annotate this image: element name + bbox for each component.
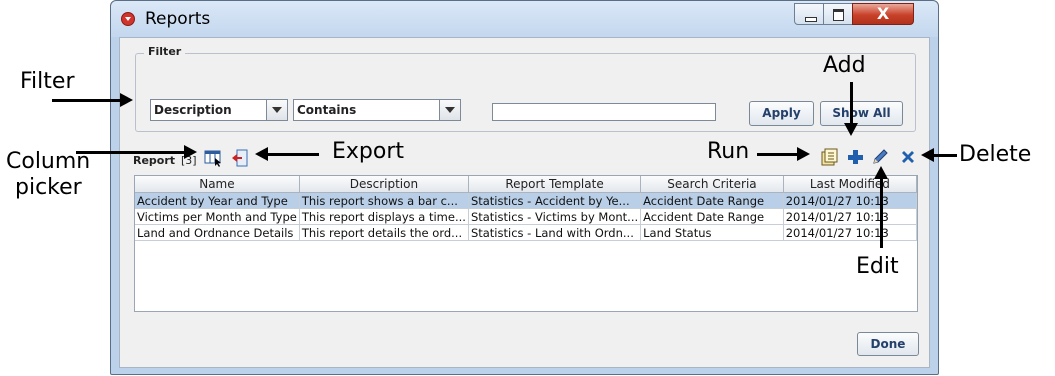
arrow-down-icon	[844, 123, 858, 136]
title-bar[interactable]: Reports X	[111, 1, 938, 37]
table-cell: Statistics - Accident by Ye...	[468, 192, 642, 209]
annotation-add: Add	[823, 53, 866, 78]
window-title: Reports	[145, 9, 211, 29]
table-cell: Accident Date Range	[640, 192, 784, 209]
report-label: Report	[133, 154, 176, 167]
dialog-content: Filter Description Contains Apply Show A…	[119, 37, 930, 368]
export-icon[interactable]	[231, 149, 249, 167]
table-row[interactable]: Land and Ordnance Details This report de…	[135, 224, 918, 241]
table-cell: Land and Ordnance Details	[135, 224, 300, 241]
filter-column-select[interactable]: Description	[150, 99, 288, 121]
annotation-arrow	[267, 153, 319, 156]
column-picker-icon[interactable]	[204, 149, 222, 167]
column-header-description[interactable]: Description	[299, 176, 469, 193]
filter-column-value: Description	[154, 103, 232, 117]
maximize-button[interactable]	[823, 3, 853, 25]
close-icon: X	[876, 4, 890, 23]
filter-legend: Filter	[144, 45, 186, 58]
table-row[interactable]: Victims per Month and Type This report d…	[135, 208, 918, 225]
filter-operator-value: Contains	[297, 103, 357, 117]
table-cell: This report displays a time...	[299, 208, 469, 225]
table-cell: 2014/01/27 10:13	[783, 208, 918, 225]
table-cell: Accident Date Range	[640, 208, 784, 225]
table-cell: Statistics - Land with Ordn...	[468, 224, 642, 241]
annotation-run: Run	[707, 139, 750, 164]
done-button[interactable]: Done	[857, 332, 919, 356]
arrow-right-icon	[184, 145, 197, 159]
add-icon[interactable]	[846, 148, 864, 166]
reports-window: Reports X Filter Description Contains Ap…	[110, 0, 939, 375]
annotation-edit: Edit	[856, 254, 899, 279]
table-cell: This report details the ord...	[299, 224, 469, 241]
apply-button[interactable]: Apply	[749, 101, 814, 126]
edit-icon[interactable]	[871, 148, 889, 166]
arrow-right-icon	[797, 147, 810, 161]
column-header-report-template[interactable]: Report Template	[468, 176, 642, 193]
filter-group: Filter Description Contains Apply Show A…	[135, 45, 916, 132]
table-cell: This report shows a bar c...	[299, 192, 469, 209]
column-header-search-criteria[interactable]: Search Criteria	[640, 176, 784, 193]
chevron-down-icon[interactable]	[439, 100, 460, 120]
annotation-arrow	[933, 154, 957, 157]
annotation-arrow	[850, 82, 853, 124]
chevron-down-icon[interactable]	[266, 100, 287, 120]
run-icon[interactable]	[820, 148, 838, 166]
app-logo-icon	[121, 12, 135, 26]
reports-table[interactable]: Name Description Report Template Search …	[134, 175, 918, 312]
annotation-arrow	[52, 99, 120, 102]
table-cell: Victims per Month and Type	[135, 208, 300, 225]
table-cell: 2014/01/27 10:13	[783, 192, 918, 209]
annotation-column-picker-line2: picker	[15, 175, 82, 200]
annotation-delete: Delete	[959, 142, 1032, 167]
filter-value-input[interactable]	[492, 103, 716, 121]
annotation-arrow	[76, 151, 184, 154]
table-cell: Accident by Year and Type	[135, 192, 300, 209]
delete-icon[interactable]	[899, 148, 917, 166]
annotation-export: Export	[332, 139, 405, 164]
show-all-button[interactable]: Show All	[820, 101, 903, 126]
column-header-last-modified[interactable]: Last Modified	[783, 176, 918, 193]
annotation-arrow	[757, 153, 797, 156]
arrow-right-icon	[120, 93, 133, 107]
minimize-button[interactable]	[794, 3, 824, 25]
annotation-arrow	[880, 178, 883, 248]
table-cell: 2014/01/27 10:13	[783, 224, 918, 241]
close-button[interactable]: X	[852, 3, 914, 25]
filter-operator-select[interactable]: Contains	[293, 99, 461, 121]
table-row[interactable]: Accident by Year and Type This report sh…	[135, 192, 918, 209]
column-header-name[interactable]: Name	[135, 176, 300, 193]
annotation-filter: Filter	[20, 69, 75, 94]
table-cell: Statistics - Victims by Mont...	[468, 208, 642, 225]
table-header-row: Name Description Report Template Search …	[135, 176, 918, 193]
table-cell: Land Status	[640, 224, 784, 241]
